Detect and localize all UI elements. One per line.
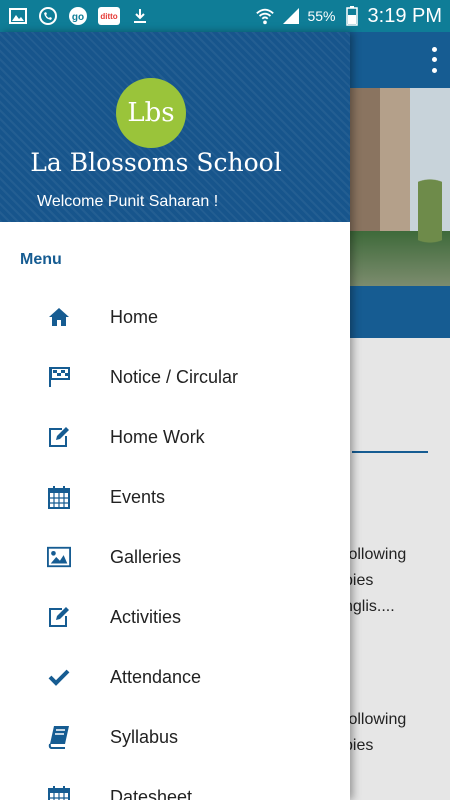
- menu-item-label: Galleries: [110, 546, 182, 567]
- battery-percent: 55%: [307, 8, 336, 24]
- menu-item-activities[interactable]: Activities: [0, 587, 350, 647]
- menu-item-notice-circular[interactable]: Notice / Circular: [0, 347, 350, 407]
- edit-icon: [47, 425, 71, 449]
- menu-item-label: Activities: [110, 606, 182, 627]
- notice-text: nglis....: [344, 598, 395, 615]
- image-icon: [8, 6, 28, 26]
- wifi-icon: [255, 6, 275, 26]
- signal-icon: [281, 6, 301, 26]
- edit-icon: [47, 605, 71, 629]
- notice-text: following: [344, 546, 407, 563]
- menu-item-label: Syllabus: [110, 726, 179, 747]
- check-icon: [47, 665, 71, 689]
- banner-band: [350, 286, 450, 338]
- book-icon: [47, 725, 71, 749]
- clock: 3:19 PM: [367, 4, 442, 27]
- menu-item-label: Home Work: [110, 426, 205, 447]
- calendar-icon: [47, 785, 71, 800]
- flag-icon: [47, 365, 71, 389]
- menu-item-home[interactable]: Home: [0, 287, 350, 347]
- school-name: La Blossoms School: [30, 148, 282, 177]
- navigation-drawer: Lbs La Blossoms School Welcome Punit Sah…: [0, 32, 350, 800]
- logo-text: Lbs: [127, 98, 175, 128]
- school-logo: Lbs: [116, 78, 186, 148]
- battery-icon: [342, 6, 362, 26]
- svg-text:go: go: [72, 12, 84, 23]
- menu-item-attendance[interactable]: Attendance: [0, 647, 350, 707]
- notice-text: pies: [344, 572, 374, 589]
- menu-item-label: Home: [110, 306, 159, 327]
- notification-icons: go ditto: [8, 6, 150, 26]
- menu-item-label: Attendance: [110, 666, 202, 687]
- menu-item-datesheet[interactable]: Datesheet: [0, 767, 350, 800]
- calendar-icon: [47, 485, 71, 509]
- home-icon: [47, 305, 71, 329]
- ditto-icon: ditto: [98, 7, 120, 25]
- menu-list: Home Notice / Circular Home Work Events …: [0, 287, 350, 800]
- menu-item-label: Events: [110, 486, 166, 507]
- phone-icon: [38, 6, 58, 26]
- overflow-menu-icon[interactable]: [426, 44, 442, 76]
- section-divider: [352, 451, 428, 453]
- notice-text: following: [344, 711, 407, 728]
- menu-item-label: Datesheet: [110, 786, 193, 800]
- image-icon: [47, 545, 71, 569]
- menu-title: Menu: [20, 251, 62, 268]
- system-icons: 55% 3:19 PM: [255, 5, 442, 28]
- menu-item-events[interactable]: Events: [0, 467, 350, 527]
- go-icon: go: [68, 6, 88, 26]
- drawer-header: Lbs La Blossoms School Welcome Punit Sah…: [0, 32, 350, 222]
- menu-item-home-work[interactable]: Home Work: [0, 407, 350, 467]
- download-icon: [130, 6, 150, 26]
- status-bar: go ditto 55% 3:19 PM: [0, 0, 450, 32]
- notice-text: pies: [344, 737, 374, 754]
- welcome-message: Welcome Punit Saharan !: [37, 193, 219, 210]
- menu-item-galleries[interactable]: Galleries: [0, 527, 350, 587]
- school-banner-image: [350, 88, 450, 288]
- menu-item-label: Notice / Circular: [110, 366, 239, 387]
- menu-item-syllabus[interactable]: Syllabus: [0, 707, 350, 767]
